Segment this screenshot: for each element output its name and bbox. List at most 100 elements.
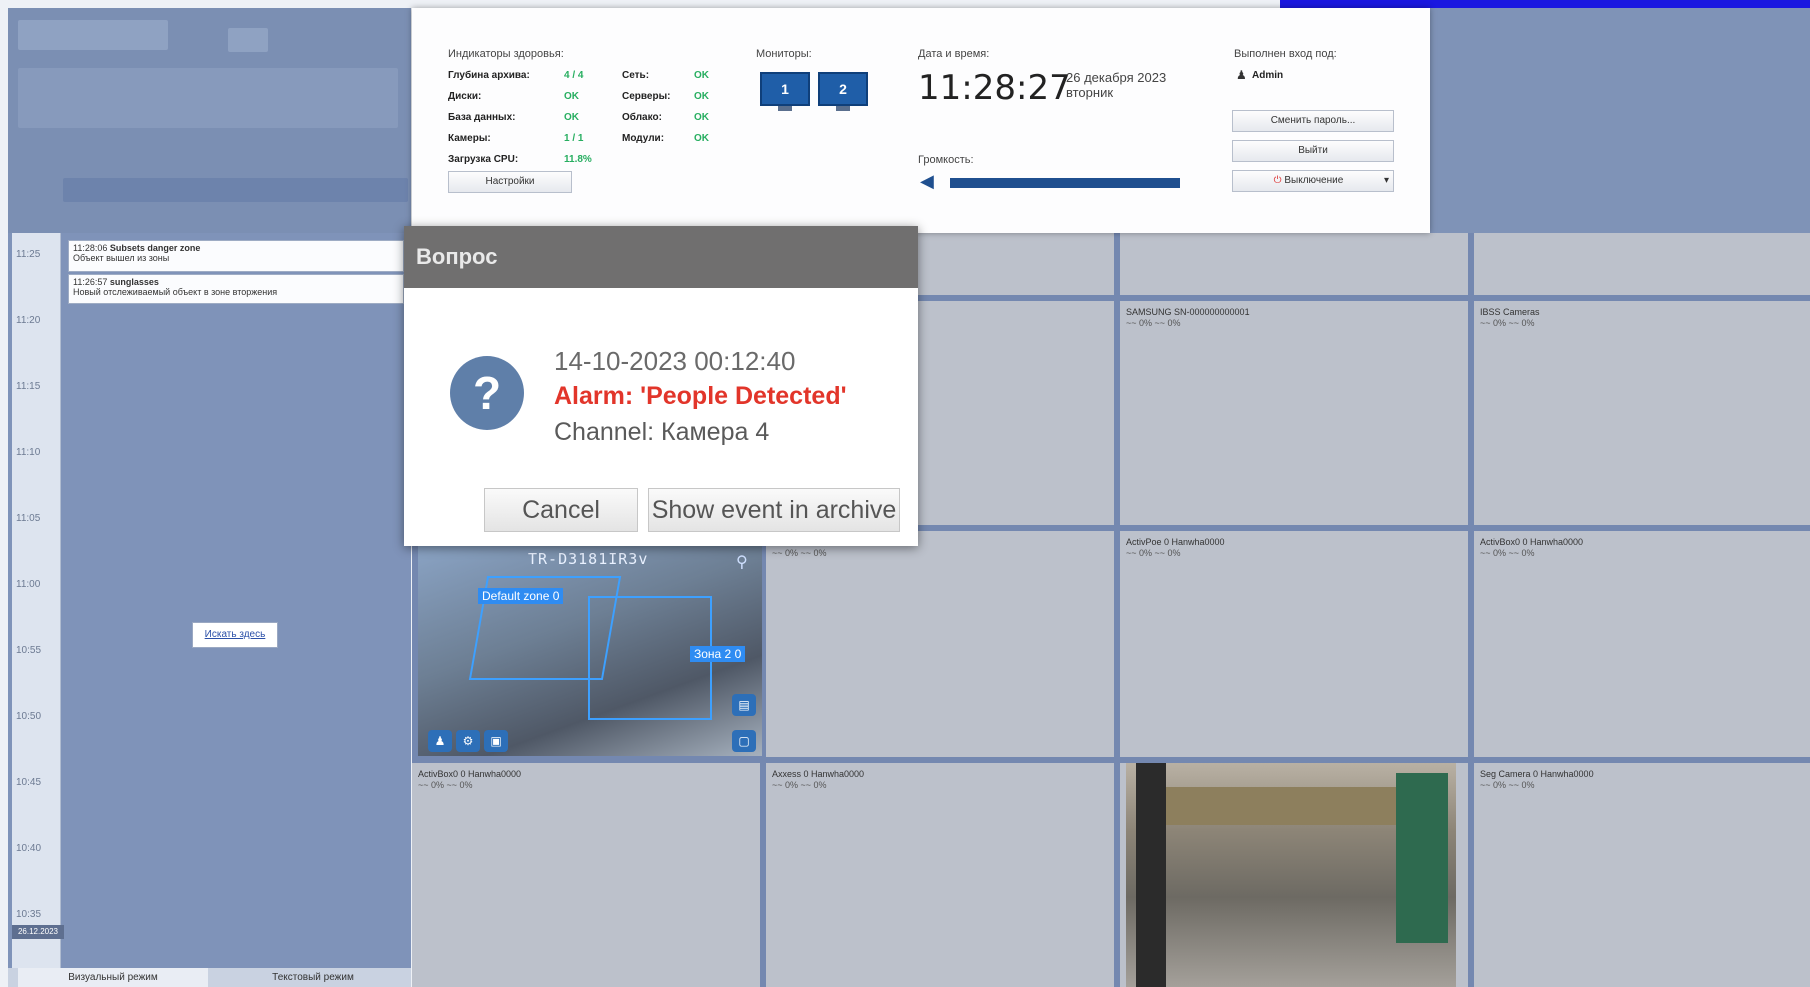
shutdown-label: Выключение [1284, 175, 1344, 186]
find-here-button[interactable]: Искать здесь [192, 622, 278, 648]
event-time: 11:28:06 [73, 243, 108, 253]
health-label: Облако: [622, 112, 662, 123]
app-header-background [8, 8, 411, 233]
logout-button[interactable]: Выйти [1232, 140, 1394, 162]
camera-label: SAMSUNG SN-000000000001 ~~ 0% ~~ 0% [1126, 307, 1250, 329]
cancel-button[interactable]: Cancel [484, 488, 638, 532]
event-text: Объект вышел из зоны [73, 253, 170, 263]
monitor-1-icon[interactable]: 1 [760, 72, 810, 112]
camera-label: Axxess 0 Hanwha0000 ~~ 0% ~~ 0% [772, 769, 864, 791]
login-title: Выполнен вход под: [1234, 48, 1337, 60]
monitor-number: 1 [760, 72, 810, 106]
alarm-datetime: 14-10-2023 00:12:40 [554, 346, 796, 376]
person-icon[interactable]: ♟ [428, 730, 452, 752]
dialog-title: Вопрос [416, 244, 498, 269]
datetime-title: Дата и время: [918, 48, 990, 60]
show-in-archive-button[interactable]: Show event in archive [648, 488, 900, 532]
right-header-background [1430, 8, 1810, 233]
camera-feed-yard[interactable] [1126, 763, 1456, 987]
settings-icon[interactable]: ⚙ [456, 730, 480, 752]
camera-status: ~~ 0% ~~ 0% [1480, 780, 1535, 790]
camera-cell[interactable]: ActivBox0 0 Hanwha0000 ~~ 0% ~~ 0% [412, 763, 760, 987]
health-value: OK [694, 112, 709, 123]
fullscreen-icon[interactable]: ▢ [732, 730, 756, 752]
camera-cell[interactable] [1474, 233, 1810, 295]
camera-cell[interactable] [1120, 233, 1468, 295]
camera-name: IBSS Cameras [1480, 307, 1540, 317]
camera-cell[interactable]: ActivPoe 0 Hanwha0000 ~~ 0% ~~ 0% [1120, 531, 1468, 757]
camera-status: ~~ 0% ~~ 0% [1480, 548, 1535, 558]
camera-icon[interactable]: ▣ [484, 730, 508, 752]
event-title: Subsets danger zone [109, 243, 201, 253]
event-text: Новый отслеживаемый объект в зоне вторже… [73, 287, 278, 297]
left-tabs: Визуальный режим Текстовый режим [8, 968, 411, 987]
camera-cell[interactable]: IBSS Cameras ~~ 0% ~~ 0% [1474, 301, 1810, 525]
camera-name: ActivBox0 0 Hanwha0000 [418, 769, 522, 779]
health-label: Серверы: [622, 91, 671, 102]
zone-label: Зона 2 0 [690, 646, 746, 662]
camera-name: ActivPoe 0 Hanwha0000 [1126, 537, 1225, 547]
camera-status: ~~ 0% ~~ 0% [418, 780, 473, 790]
zone-label: Default zone 0 [478, 588, 564, 604]
shutdown-button[interactable]: ⏻ Выключение ▾ [1232, 170, 1394, 192]
event-item[interactable]: 11:28:06 Subsets danger zone Объект выше… [68, 240, 404, 272]
timeline-tick: 10:50 [16, 711, 42, 722]
timeline-tick: 11:05 [16, 513, 41, 524]
timeline-tick: 10:45 [16, 777, 42, 788]
camera-status: ~~ 0% ~~ 0% [1126, 548, 1181, 558]
health-label: Загрузка CPU: [448, 154, 519, 165]
health-value: 1 / 1 [564, 133, 584, 144]
volume-slider[interactable] [950, 178, 1180, 188]
health-label: База данных: [448, 112, 516, 123]
camera-name: SAMSUNG SN-000000000001 [1126, 307, 1250, 317]
timeline-tick: 11:15 [16, 381, 41, 392]
feed-scenery [1136, 763, 1166, 987]
tab-visual-mode[interactable]: Визуальный режим [18, 968, 208, 987]
timeline-tick: 10:55 [16, 645, 42, 656]
monitor-2-icon[interactable]: 2 [818, 72, 868, 112]
camera-cell[interactable]: Seg Camera 0 Hanwha0000 ~~ 0% ~~ 0% [1474, 763, 1810, 987]
tab-text-mode[interactable]: Текстовый режим [218, 968, 408, 987]
chevron-down-icon: ▾ [1383, 175, 1389, 186]
timeline[interactable]: 11:25 11:20 11:15 11:10 11:05 11:00 10:5… [12, 233, 61, 968]
health-value: OK [564, 112, 579, 123]
channel-text: Channel: Камера 4 [554, 418, 770, 446]
weekday-text: вторник [1066, 85, 1114, 100]
user-name: Admin [1252, 70, 1284, 81]
camera-cell[interactable]: ActivBox0 0 Hanwha0000 ~~ 0% ~~ 0% [1474, 531, 1810, 757]
power-icon: ⏻ [1273, 175, 1282, 186]
timeline-tick: 11:25 [16, 249, 41, 260]
health-label: Модули: [622, 133, 665, 144]
status-panel: Индикаторы здоровья: Глубина архива: 4 /… [412, 8, 1430, 233]
monitor-stand [836, 106, 850, 111]
health-value: OK [694, 91, 709, 102]
health-label: Сеть: [622, 70, 650, 81]
alarm-dialog: Вопрос ? 14-10-2023 00:12:40 Alarm: 'Peo… [404, 226, 918, 546]
timeline-tick: 10:35 [16, 909, 42, 920]
camera-feed-title: TR-D3181IR3v [528, 550, 649, 568]
event-item[interactable]: 11:26:57 sunglasses Новый отслеживаемый … [68, 274, 404, 304]
event-title: sunglasses [109, 277, 159, 287]
camera-name: Axxess 0 Hanwha0000 [772, 769, 865, 779]
zoom-icon[interactable]: ⚲ [736, 552, 748, 572]
archive-icon[interactable]: ▤ [732, 694, 756, 716]
camera-cell[interactable]: ~~ 0% ~~ 0% [766, 531, 1114, 757]
timeline-tick: 10:40 [16, 843, 42, 854]
health-value: 11.8% [564, 154, 592, 165]
speaker-icon[interactable]: ◀ [920, 171, 934, 192]
camera-status: ~~ 0% ~~ 0% [772, 548, 827, 558]
camera-feed-overview[interactable]: TR-D3181IR3v Default zone 0 Зона 2 0 ♟ ⚙… [418, 546, 762, 756]
monitors-title: Мониторы: [756, 48, 812, 60]
camera-label: Seg Camera 0 Hanwha0000 ~~ 0% ~~ 0% [1480, 769, 1594, 791]
camera-cell[interactable]: Axxess 0 Hanwha0000 ~~ 0% ~~ 0% [766, 763, 1114, 987]
change-password-button[interactable]: Сменить пароль... [1232, 110, 1394, 132]
health-label: Камеры: [448, 133, 491, 144]
health-value: OK [694, 70, 709, 81]
health-label: Глубина архива: [448, 70, 530, 81]
date-text: 26 декабря 2023 [1066, 70, 1167, 85]
settings-button[interactable]: Настройки [448, 171, 572, 193]
monitor-stand [778, 106, 792, 111]
camera-label: ActivPoe 0 Hanwha0000 ~~ 0% ~~ 0% [1126, 537, 1225, 559]
camera-cell[interactable]: SAMSUNG SN-000000000001 ~~ 0% ~~ 0% [1120, 301, 1468, 525]
dialog-header[interactable]: Вопрос [404, 226, 918, 288]
